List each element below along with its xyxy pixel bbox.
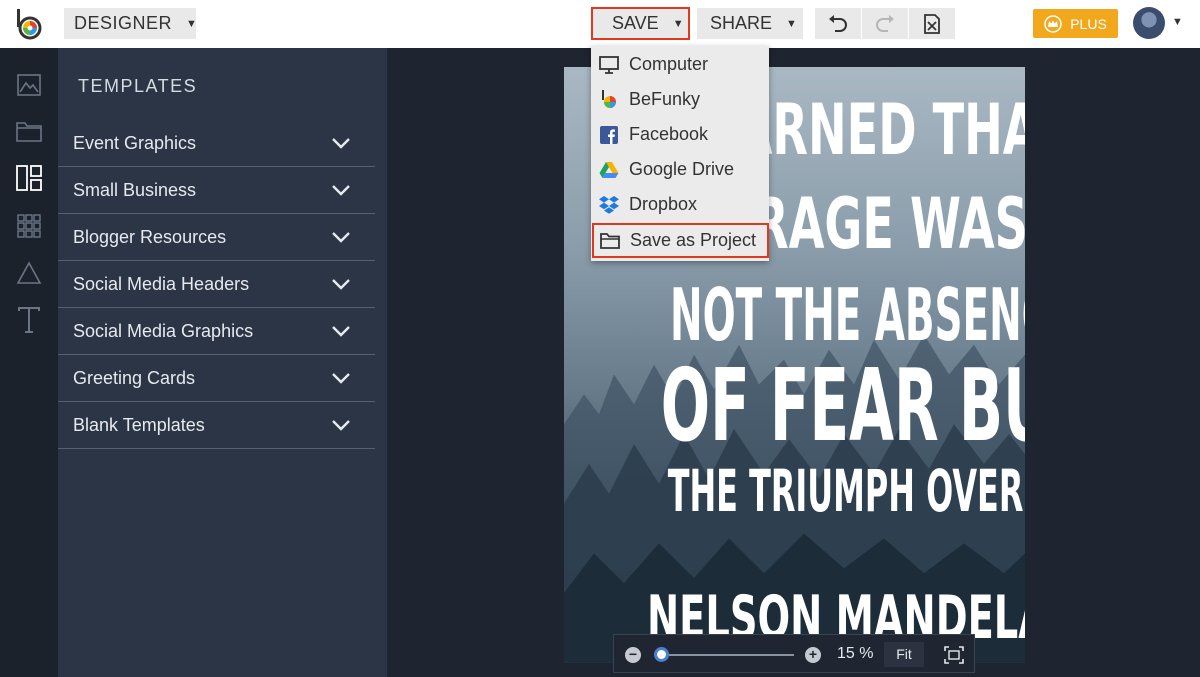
close-file-button[interactable] xyxy=(909,8,955,39)
save-button[interactable]: SAVE ▼ xyxy=(591,7,690,40)
zoom-slider-handle[interactable] xyxy=(654,647,670,662)
chevron-down-icon[interactable] xyxy=(331,137,351,149)
templates-icon[interactable] xyxy=(16,165,42,191)
chevron-down-icon[interactable] xyxy=(331,372,351,384)
menu-item-label: Computer xyxy=(629,54,709,74)
zoom-out-button[interactable]: − xyxy=(625,647,641,663)
designer-mode-dropdown[interactable]: DESIGNER ▼ xyxy=(64,8,198,39)
template-category-label: Social Media Headers xyxy=(73,273,250,294)
zoom-percent: 15 % xyxy=(837,645,874,662)
caret-down-icon: ▼ xyxy=(186,17,198,30)
image-icon[interactable] xyxy=(16,72,42,98)
chevron-down-icon[interactable] xyxy=(331,325,351,337)
caret-down-icon: ▼ xyxy=(786,17,797,30)
chevron-down-icon[interactable] xyxy=(331,278,351,290)
menu-item-label: Save as Project xyxy=(630,230,757,250)
share-label: SHARE xyxy=(710,13,773,33)
redo-icon xyxy=(876,14,894,32)
template-category-item[interactable]: Greeting Cards xyxy=(58,355,375,402)
dropbox-icon xyxy=(599,195,619,215)
folder-icon[interactable] xyxy=(16,118,42,144)
quote-line-4: OF FEAR BUT xyxy=(660,347,1025,464)
facebook-icon xyxy=(599,125,619,145)
template-category-item[interactable]: Social Media Graphics xyxy=(58,308,375,355)
save-as-project-item[interactable]: Save as Project xyxy=(592,223,769,258)
menu-item-label: Dropbox xyxy=(629,194,698,214)
templates-title: TEMPLATES xyxy=(78,76,198,96)
template-category-item[interactable]: Blogger Resources xyxy=(58,214,375,261)
shapes-icon[interactable] xyxy=(16,260,42,286)
save-to-facebook-item[interactable]: Facebook xyxy=(591,117,769,152)
befunky-logo-icon[interactable] xyxy=(14,8,44,40)
caret-down-icon[interactable]: ▼ xyxy=(1172,16,1183,28)
template-category-label: Blank Templates xyxy=(73,414,205,435)
save-to-befunky-item[interactable]: BeFunky xyxy=(591,82,769,117)
chevron-down-icon[interactable] xyxy=(331,231,351,243)
quote-line-5: THE TRIUMPH OVER IT. xyxy=(667,457,1025,525)
template-category-label: Blogger Resources xyxy=(73,226,227,247)
zoom-slider-track[interactable] xyxy=(658,654,794,656)
save-dropdown-menu: Computer BeFunky Facebook Google Drive D xyxy=(591,46,769,261)
save-to-google-drive-item[interactable]: Google Drive xyxy=(591,152,769,187)
share-button[interactable]: SHARE ▼ xyxy=(697,8,803,39)
templates-panel: TEMPLATES Event Graphics Small Business Bl… xyxy=(58,48,387,677)
grid-icon[interactable] xyxy=(16,213,42,239)
undo-icon xyxy=(829,14,847,32)
monitor-icon xyxy=(599,55,619,75)
undo-button[interactable] xyxy=(815,8,861,39)
menu-item-label: Facebook xyxy=(629,124,709,144)
template-category-item[interactable]: Small Business xyxy=(58,167,375,214)
text-icon[interactable] xyxy=(16,307,42,333)
tool-rail xyxy=(0,48,58,677)
save-label: SAVE xyxy=(612,13,659,33)
save-to-computer-item[interactable]: Computer xyxy=(591,47,769,82)
designer-mode-label: DESIGNER xyxy=(74,13,173,33)
templates-list: Event Graphics Small Business Blogger Reso… xyxy=(58,120,375,449)
close-file-icon xyxy=(924,13,940,34)
google-drive-icon xyxy=(599,160,619,180)
top-toolbar: DESIGNER ▼ SAVE ▼ SHARE ▼ PLUS ▼ xyxy=(0,0,1200,48)
zoom-fit-button[interactable]: Fit xyxy=(884,642,924,667)
menu-item-label: Google Drive xyxy=(629,159,735,179)
folder-icon xyxy=(600,231,620,251)
fullscreen-icon[interactable] xyxy=(944,646,964,664)
befunky-icon xyxy=(599,89,619,110)
template-category-label: Event Graphics xyxy=(73,132,197,153)
template-category-label: Small Business xyxy=(73,179,197,200)
redo-button[interactable] xyxy=(862,8,908,39)
chevron-down-icon[interactable] xyxy=(331,184,351,196)
caret-down-icon: ▼ xyxy=(672,17,684,30)
plus-label: PLUS xyxy=(1070,15,1107,32)
chevron-down-icon[interactable] xyxy=(331,419,351,431)
template-category-item[interactable]: Event Graphics xyxy=(58,120,375,167)
template-category-item[interactable]: Social Media Headers xyxy=(58,261,375,308)
zoom-bar: − + 15 % Fit xyxy=(613,634,975,673)
plus-upgrade-button[interactable]: PLUS xyxy=(1033,9,1118,38)
zoom-in-button[interactable]: + xyxy=(805,647,821,663)
quote-line-3: NOT THE ABSENCE xyxy=(670,273,1025,357)
user-avatar[interactable] xyxy=(1133,7,1165,39)
template-category-item[interactable]: Blank Templates xyxy=(58,402,375,449)
crown-icon xyxy=(1044,14,1062,33)
template-category-label: Greeting Cards xyxy=(73,367,196,388)
menu-item-label: BeFunky xyxy=(629,89,701,109)
save-to-dropbox-item[interactable]: Dropbox xyxy=(591,187,769,222)
template-category-label: Social Media Graphics xyxy=(73,320,254,341)
